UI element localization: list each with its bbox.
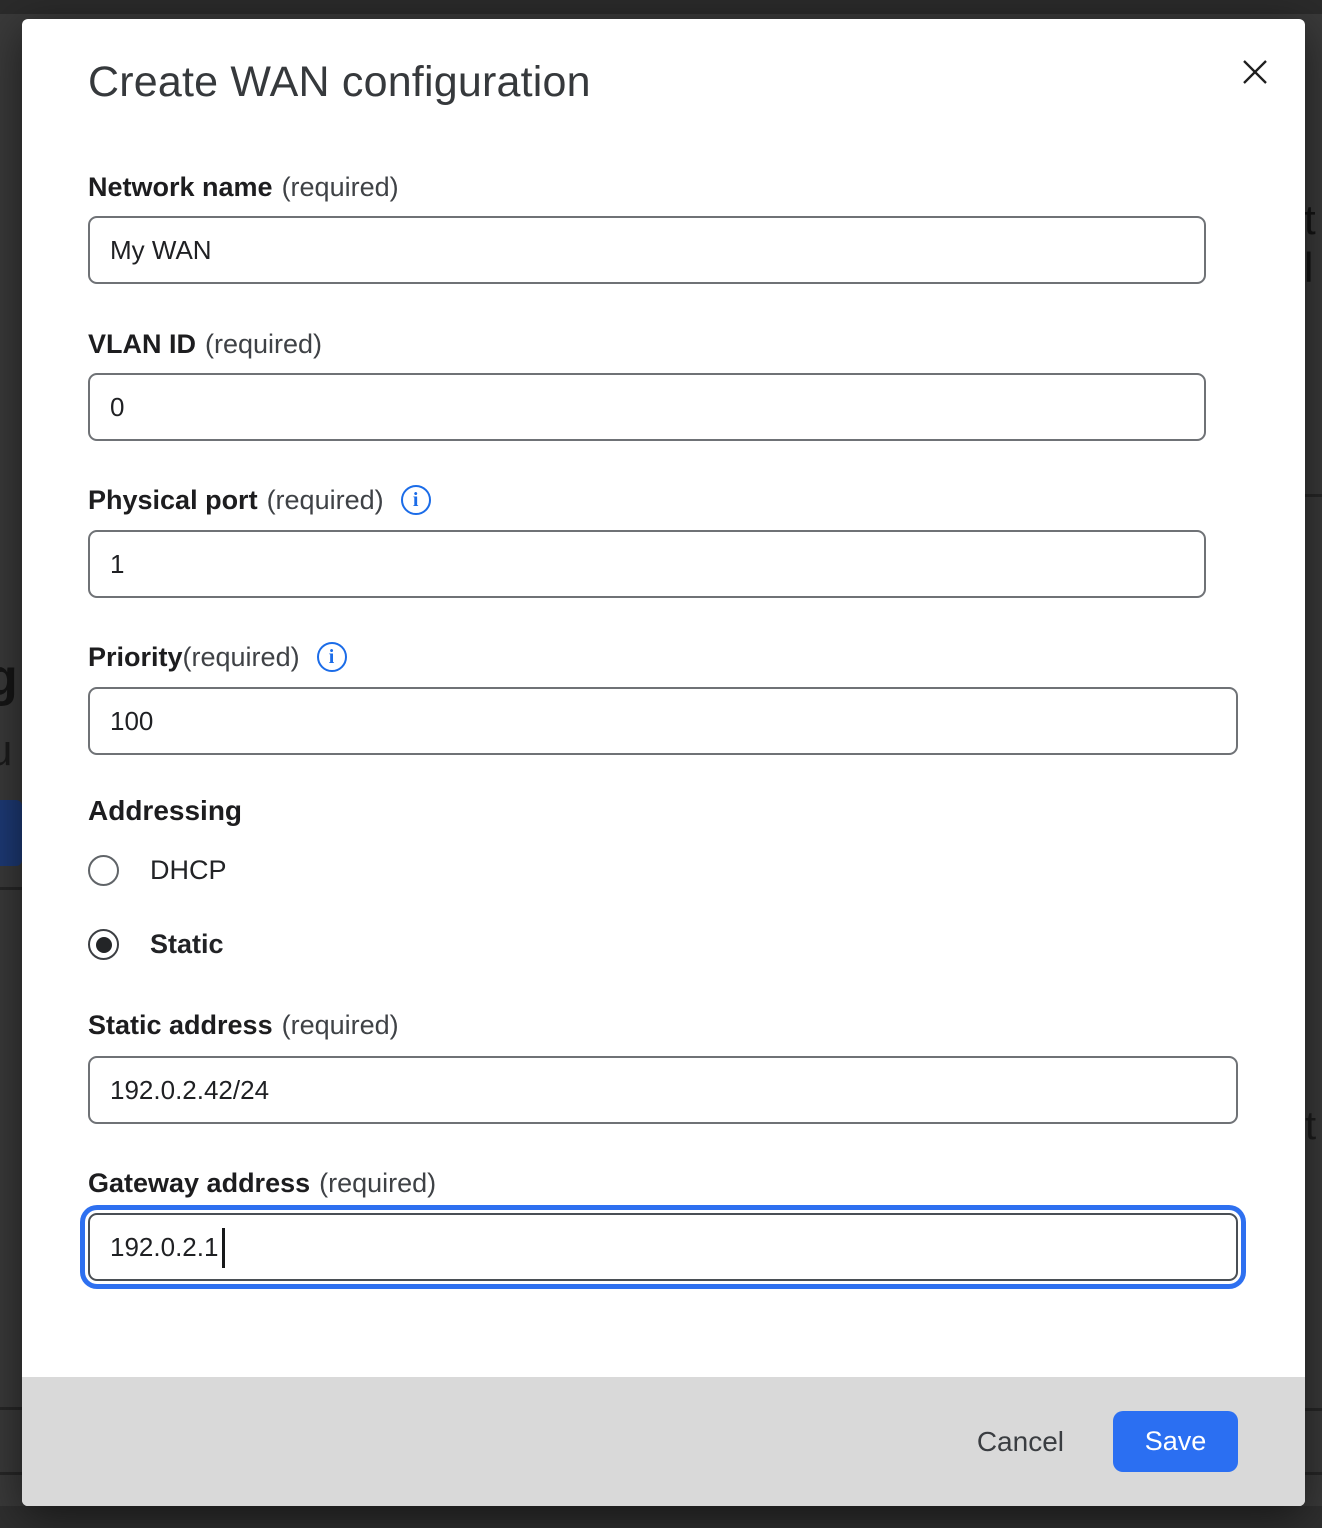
- info-icon[interactable]: i: [317, 642, 347, 672]
- required-hint: (required): [267, 485, 384, 516]
- gateway-address-label: Gateway address: [88, 1168, 310, 1199]
- required-hint: (required): [183, 642, 300, 673]
- static-address-input[interactable]: [88, 1056, 1238, 1124]
- vlan-id-label: VLAN ID: [88, 329, 196, 360]
- priority-input[interactable]: [88, 687, 1238, 755]
- background-table-line: [0, 1472, 22, 1475]
- create-wan-configuration-dialog: Create WAN configuration Network name (r…: [22, 19, 1305, 1506]
- dialog-footer: Cancel Save: [22, 1377, 1305, 1506]
- required-hint: (required): [282, 1010, 399, 1041]
- background-table-line: [1305, 1472, 1322, 1475]
- radio-unselected-icon[interactable]: [88, 855, 119, 886]
- radio-label: DHCP: [150, 855, 227, 886]
- network-name-input[interactable]: [88, 216, 1206, 284]
- required-hint: (required): [282, 172, 399, 203]
- background-fragment: u: [0, 726, 12, 776]
- background-blue-button-fragment: [0, 800, 22, 866]
- save-button[interactable]: Save: [1113, 1411, 1238, 1472]
- required-hint: (required): [205, 329, 322, 360]
- radio-label: Static: [150, 929, 224, 960]
- vlan-id-input[interactable]: [88, 373, 1206, 441]
- background-top-strip: [0, 0, 1322, 14]
- info-icon[interactable]: i: [401, 485, 431, 515]
- radio-selected-icon[interactable]: [88, 929, 119, 960]
- background-table-line: [0, 887, 22, 890]
- cancel-button[interactable]: Cancel: [977, 1426, 1064, 1458]
- background-table-line: [1305, 494, 1322, 497]
- priority-label-row: Priority (required) i: [88, 640, 347, 674]
- static-address-label: Static address: [88, 1010, 273, 1041]
- close-icon[interactable]: [1234, 51, 1276, 93]
- static-address-label-row: Static address (required): [88, 1008, 399, 1042]
- background-table-line: [0, 1407, 22, 1410]
- addressing-heading: Addressing: [88, 795, 242, 827]
- network-name-label: Network name: [88, 172, 273, 203]
- x-close-icon: [1239, 56, 1271, 88]
- physical-port-label-row: Physical port (required) i: [88, 483, 431, 517]
- background-bottom-strip: [0, 1506, 1322, 1528]
- priority-label: Priority: [88, 642, 183, 673]
- text-cursor: [222, 1228, 225, 1268]
- physical-port-input[interactable]: [88, 530, 1206, 598]
- addressing-option-static[interactable]: Static: [88, 929, 224, 960]
- background-fragment: t: [1305, 1104, 1316, 1149]
- addressing-option-dhcp[interactable]: DHCP: [88, 855, 227, 886]
- gateway-address-label-row: Gateway address (required): [88, 1166, 436, 1200]
- physical-port-label: Physical port: [88, 485, 258, 516]
- background-table-line: [1305, 1408, 1322, 1411]
- gateway-address-input[interactable]: [88, 1213, 1238, 1281]
- background-fragment: t l: [1304, 196, 1322, 292]
- background-fragment: g: [0, 648, 18, 708]
- required-hint: (required): [319, 1168, 436, 1199]
- dialog-title: Create WAN configuration: [88, 58, 591, 107]
- vlan-id-label-row: VLAN ID (required): [88, 327, 322, 361]
- network-name-label-row: Network name (required): [88, 170, 399, 204]
